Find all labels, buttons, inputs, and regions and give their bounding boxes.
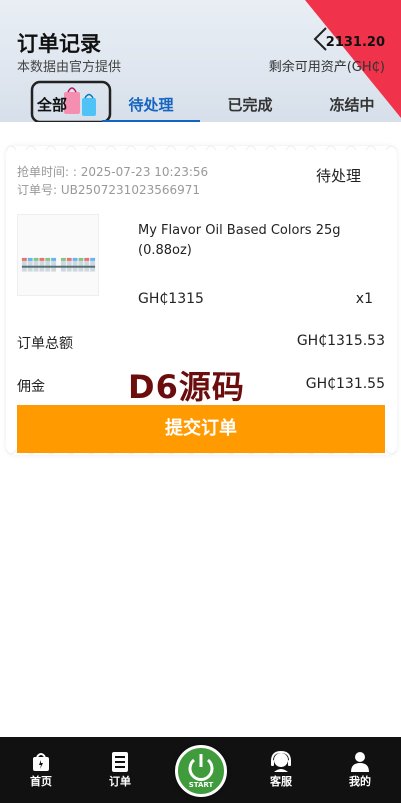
card-wave-edge-top [6,145,397,150]
home-icon [33,753,49,771]
tab-all[interactable]: 全部 [28,92,76,122]
watermark: D6源码 [128,368,245,406]
support-icon [271,751,291,772]
nav-support-label: 客服 [270,775,292,788]
page-subtitle: 本数据由官方提供 [17,60,122,75]
orders-icon [112,752,128,772]
balance-label: 剩余可用资产(GH₵) [268,60,385,75]
submit-order-button[interactable]: 提交订单 [17,405,385,453]
order-tabs: 全部 待处理 已完成 冻结中 [0,92,401,122]
product-thumbnail [17,214,99,296]
order-number: 订单号: UB2507231023566971 [17,183,201,197]
balance-amount: 2131.20 [325,35,385,50]
nav-profile[interactable]: 我的 [330,737,390,803]
nav-support[interactable]: 客服 [251,737,311,803]
order-total-value: GH₵1315.53 [296,333,385,349]
nav-home-label: 首页 [30,775,52,788]
profile-icon [351,752,369,772]
tab-pending[interactable]: 待处理 [102,92,200,122]
nav-orders-label: 订单 [109,775,131,788]
product-quantity: x1 [355,291,373,307]
start-button[interactable]: START [175,745,227,797]
commission-label: 佣金 [17,379,45,395]
commission-value: GH₵131.55 [305,376,385,392]
nav-home[interactable]: 首页 [11,737,71,803]
order-total-label: 订单总额 [17,336,73,352]
nav-orders[interactable]: 订单 [90,737,150,803]
page-title: 订单记录 [17,32,101,56]
tab-completed[interactable]: 已完成 [214,92,286,122]
product-price: GH₵1315 [138,291,204,307]
order-status: 待处理 [316,167,362,185]
order-time: 抢单时间: : 2025-07-23 10:23:56 [17,165,209,179]
tab-frozen[interactable]: 冻结中 [316,92,388,122]
product-name: My Flavor Oil Based Colors 25g (0.88oz) [138,223,341,258]
start-label: START [188,781,214,789]
nav-profile-label: 我的 [349,775,371,788]
